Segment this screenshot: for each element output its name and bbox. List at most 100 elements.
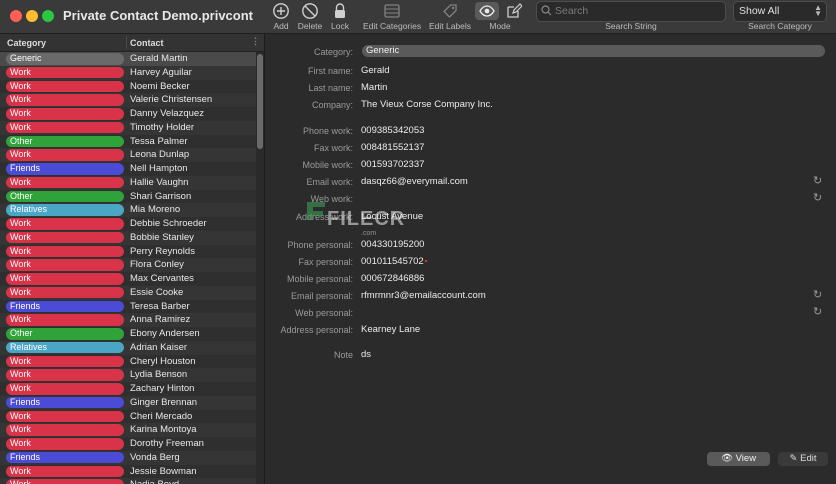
list-item[interactable]: Friends Ginger Brennan [0, 395, 256, 410]
first-name-field[interactable]: Gerald [361, 65, 390, 76]
address-personal-field[interactable]: Kearney Lane [361, 324, 420, 335]
close-window-button[interactable] [10, 10, 22, 22]
list-item[interactable]: Friends Vonda Berg [0, 450, 256, 465]
column-divider[interactable] [126, 36, 127, 49]
list-item[interactable]: Other Tessa Palmer [0, 135, 256, 149]
mobile-work-field[interactable]: 001593702337 [361, 159, 424, 170]
edit-categories-button[interactable]: Edit Categories [363, 2, 421, 31]
prohibit-icon [302, 3, 318, 19]
add-label: Add [273, 21, 289, 31]
edit-icon: ✎ [789, 453, 798, 464]
list-item[interactable]: Relatives Adrian Kaiser [0, 340, 256, 355]
list-item[interactable]: Friends Nell Hampton [0, 162, 256, 176]
mode-label: Mode [489, 21, 511, 31]
list-item[interactable]: Work Bobbie Stanley [0, 230, 256, 245]
list-item[interactable]: Work Cheryl Houston [0, 355, 256, 369]
category-badge: Work [6, 259, 124, 271]
refresh-icon[interactable]: ↻ [813, 174, 822, 187]
phone-personal-label: Phone personal: [287, 240, 353, 250]
list-item[interactable]: Work Essie Cooke [0, 285, 256, 300]
list-item[interactable]: Generic Gerald Martin [0, 52, 256, 66]
refresh-icon[interactable]: ↻ [813, 288, 822, 301]
category-badge: Relatives [6, 204, 124, 216]
category-badge: Work [6, 108, 124, 120]
category-badge: Work [6, 410, 124, 422]
list-item[interactable]: Work Dorothy Freeman [0, 437, 256, 451]
category-badge: Work [6, 479, 124, 484]
list-item[interactable]: Work Zachary Hinton [0, 382, 256, 396]
list-item[interactable]: Work Valerie Christensen [0, 93, 256, 107]
email-personal-field[interactable]: rfmrmnr3@emailaccount.com [361, 290, 486, 301]
more-icon[interactable]: ⋮ [251, 36, 260, 47]
add-button[interactable]: Add [271, 2, 291, 31]
list-item[interactable]: Work Cheri Mercado [0, 410, 256, 424]
list-item[interactable]: Work Nadia Boyd [0, 478, 256, 484]
phone-work-field[interactable]: 009385342053 [361, 125, 424, 136]
edit-button[interactable]: ✎ Edit [778, 452, 828, 466]
list-item[interactable]: Work Harvey Aguilar [0, 65, 256, 80]
contact-name: Teresa Barber [130, 300, 190, 312]
search-category-select[interactable]: Show All ▲ ▼ [733, 1, 827, 22]
list-item[interactable]: Work Flora Conley [0, 258, 256, 272]
category-badge: Work [6, 66, 124, 79]
fax-work-field[interactable]: 008481552137 [361, 142, 424, 153]
contact-name: Mia Moreno [130, 204, 181, 216]
delete-button[interactable]: Delete [297, 2, 323, 31]
list-item[interactable]: Work Perry Reynolds [0, 245, 256, 259]
contact-name: Lydia Benson [130, 369, 188, 381]
category-badge: Other [6, 135, 124, 147]
eye-icon: 👁 [720, 453, 733, 464]
zoom-window-button[interactable] [42, 10, 54, 22]
list-item[interactable]: Work Jessie Bowman [0, 465, 256, 479]
contact-name: Noemi Becker [130, 80, 190, 92]
note-field[interactable]: ds [361, 349, 371, 360]
list-item[interactable]: Work Debbie Schroeder [0, 217, 256, 231]
fax-personal-value: 001011545702 [361, 256, 424, 267]
refresh-icon[interactable]: ↻ [813, 191, 822, 204]
category-badge: Work [6, 369, 124, 381]
mobile-work-label: Mobile work: [302, 160, 353, 170]
list-item[interactable]: Friends Teresa Barber [0, 300, 256, 314]
contact-name: Gerald Martin [130, 53, 188, 64]
fax-personal-field[interactable]: 001011545702 [361, 256, 427, 267]
list-item[interactable]: Other Ebony Andersen [0, 327, 256, 341]
search-string-label: Search String [605, 21, 657, 31]
last-name-field[interactable]: Martin [361, 82, 387, 93]
category-badge: Work [6, 273, 124, 285]
minimize-window-button[interactable] [26, 10, 38, 22]
company-field[interactable]: The Vieux Corse Company Inc. [361, 99, 493, 110]
scroll-thumb[interactable] [257, 54, 263, 149]
edit-categories-label: Edit Categories [363, 21, 422, 31]
search-input[interactable]: Search [536, 1, 726, 22]
category-label: Category: [313, 47, 353, 57]
list-item[interactable]: Work Timothy Holder [0, 120, 256, 135]
list-item[interactable]: Other Shari Garrison [0, 190, 256, 204]
list-item[interactable]: Work Danny Velazquez [0, 107, 256, 121]
watermark-logo-icon [307, 202, 325, 220]
mobile-personal-field[interactable]: 000672846886 [361, 273, 424, 284]
contact-name: Shari Garrison [130, 190, 192, 202]
contact-column-header[interactable]: Contact [130, 38, 164, 48]
list-item[interactable]: Work Lydia Benson [0, 368, 256, 382]
email-work-field[interactable]: dasqz66@everymail.com [361, 176, 468, 187]
list-item[interactable]: Work Hallie Vaughn [0, 175, 256, 190]
list-item[interactable]: Work Leona Dunlap [0, 148, 256, 162]
list-item[interactable]: Work Noemi Becker [0, 80, 256, 94]
list-item[interactable]: Relatives Mia Moreno [0, 203, 256, 217]
pencil-square-icon[interactable] [506, 3, 522, 19]
list-item[interactable]: Work Karina Montoya [0, 423, 256, 437]
contact-name: Bobbie Stanley [130, 231, 194, 243]
category-column-header[interactable]: Category [7, 38, 46, 48]
contact-name: Essie Cooke [130, 286, 184, 298]
category-field[interactable]: Generic [362, 45, 825, 57]
list-scrollbar[interactable] [256, 52, 264, 484]
contact-name: Debbie Schroeder [130, 218, 207, 229]
lock-button[interactable]: Lock [330, 2, 350, 31]
category-badge: Work [6, 465, 124, 477]
list-item[interactable]: Work Max Cervantes [0, 272, 256, 286]
refresh-icon[interactable]: ↻ [813, 305, 822, 318]
list-item[interactable]: Work Anna Ramirez [0, 313, 256, 327]
view-button[interactable]: 👁 View [707, 452, 770, 466]
phone-personal-field[interactable]: 004330195200 [361, 239, 424, 250]
edit-labels-button[interactable]: Edit Labels [428, 2, 472, 31]
